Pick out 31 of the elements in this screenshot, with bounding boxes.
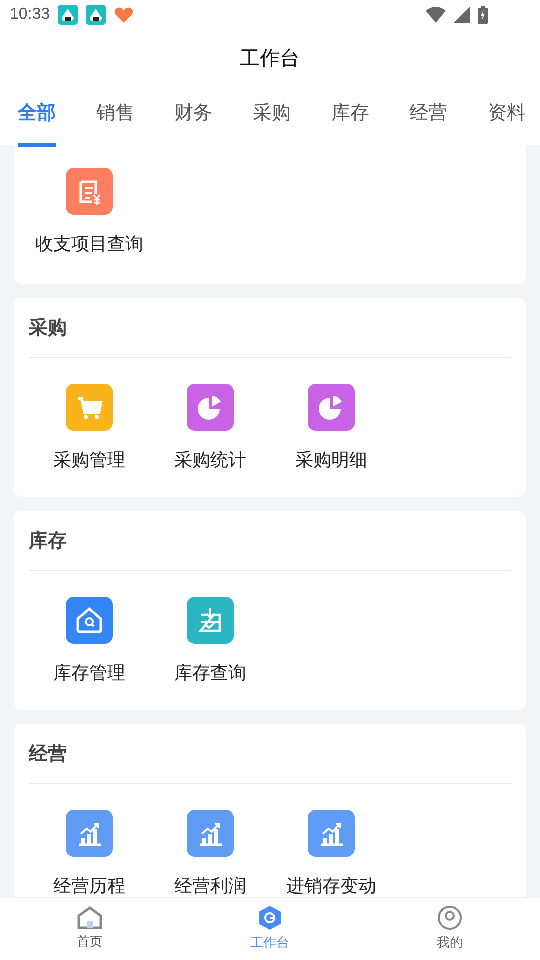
battery-icon [478, 6, 488, 24]
feature-shortcut[interactable]: 收支项目查询 [29, 168, 150, 255]
status-time: 10:33 [10, 5, 50, 25]
feature-shortcut[interactable]: 库存查询 [150, 597, 271, 684]
app-notification-icon [58, 5, 78, 25]
category-tab[interactable]: 财务 [174, 88, 213, 146]
feature-shortcut[interactable]: 采购统计 [150, 384, 271, 471]
bottom-nav-item[interactable]: 我的 [360, 905, 540, 953]
workbench-icon [257, 905, 283, 932]
signal-icon [454, 7, 470, 23]
feature-shortcut[interactable]: 采购明细 [271, 384, 392, 471]
wifi-icon [426, 7, 446, 23]
category-tab[interactable]: 经营 [410, 88, 448, 146]
page-title: 工作台 [240, 47, 300, 72]
feature-shortcut[interactable]: 经营历程 [29, 810, 150, 897]
category-tab[interactable]: 资料 [488, 88, 526, 146]
feature-shortcut[interactable]: 采购管理 [29, 384, 150, 471]
bottom-nav-item[interactable]: 首页 [0, 906, 180, 952]
section-title: 采购 [29, 316, 68, 341]
category-tab[interactable]: 采购 [252, 88, 291, 146]
category-tab[interactable]: 库存 [331, 88, 370, 146]
profile-icon [437, 905, 463, 932]
section-title: 经营 [29, 743, 68, 767]
app-notification-icon [86, 5, 106, 25]
section-title: 库存 [29, 530, 68, 554]
heart-icon [114, 6, 134, 24]
category-tab[interactable]: 销售 [96, 88, 134, 146]
home-icon [77, 906, 103, 930]
feature-shortcut[interactable]: 进销存变动 [271, 810, 392, 897]
feature-shortcut[interactable]: 库存管理 [29, 597, 150, 684]
feature-shortcut[interactable]: 经营利润 [150, 810, 271, 897]
